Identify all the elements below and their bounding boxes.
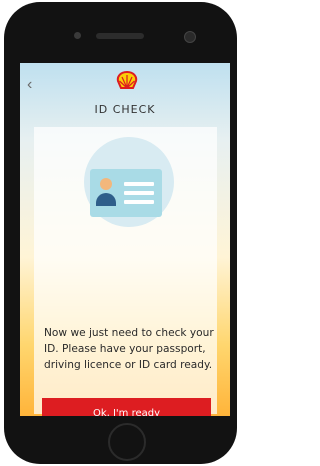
card-line [124, 191, 154, 195]
id-card-icon [90, 169, 162, 217]
page-title: ID CHECK [94, 103, 156, 116]
id-check-card: Now we just need to check your ID. Pleas… [34, 127, 217, 416]
home-button[interactable] [108, 423, 146, 461]
sensor-dot [74, 32, 81, 39]
back-icon[interactable]: ‹ [27, 77, 39, 93]
instruction-text: Now we just need to check your ID. Pleas… [44, 327, 214, 371]
shell-logo [116, 71, 138, 89]
app-screen: ‹ ID CHECK Now we just need to check you… [20, 63, 230, 416]
card-line [124, 182, 154, 186]
earpiece-speaker [96, 33, 144, 39]
avatar-head [100, 178, 112, 190]
ready-button[interactable]: Ok, I'm ready [42, 398, 211, 416]
card-line [124, 200, 154, 204]
phone-frame: ‹ ID CHECK Now we just need to check you… [4, 2, 237, 464]
avatar-body [96, 193, 116, 206]
front-camera [184, 31, 196, 43]
